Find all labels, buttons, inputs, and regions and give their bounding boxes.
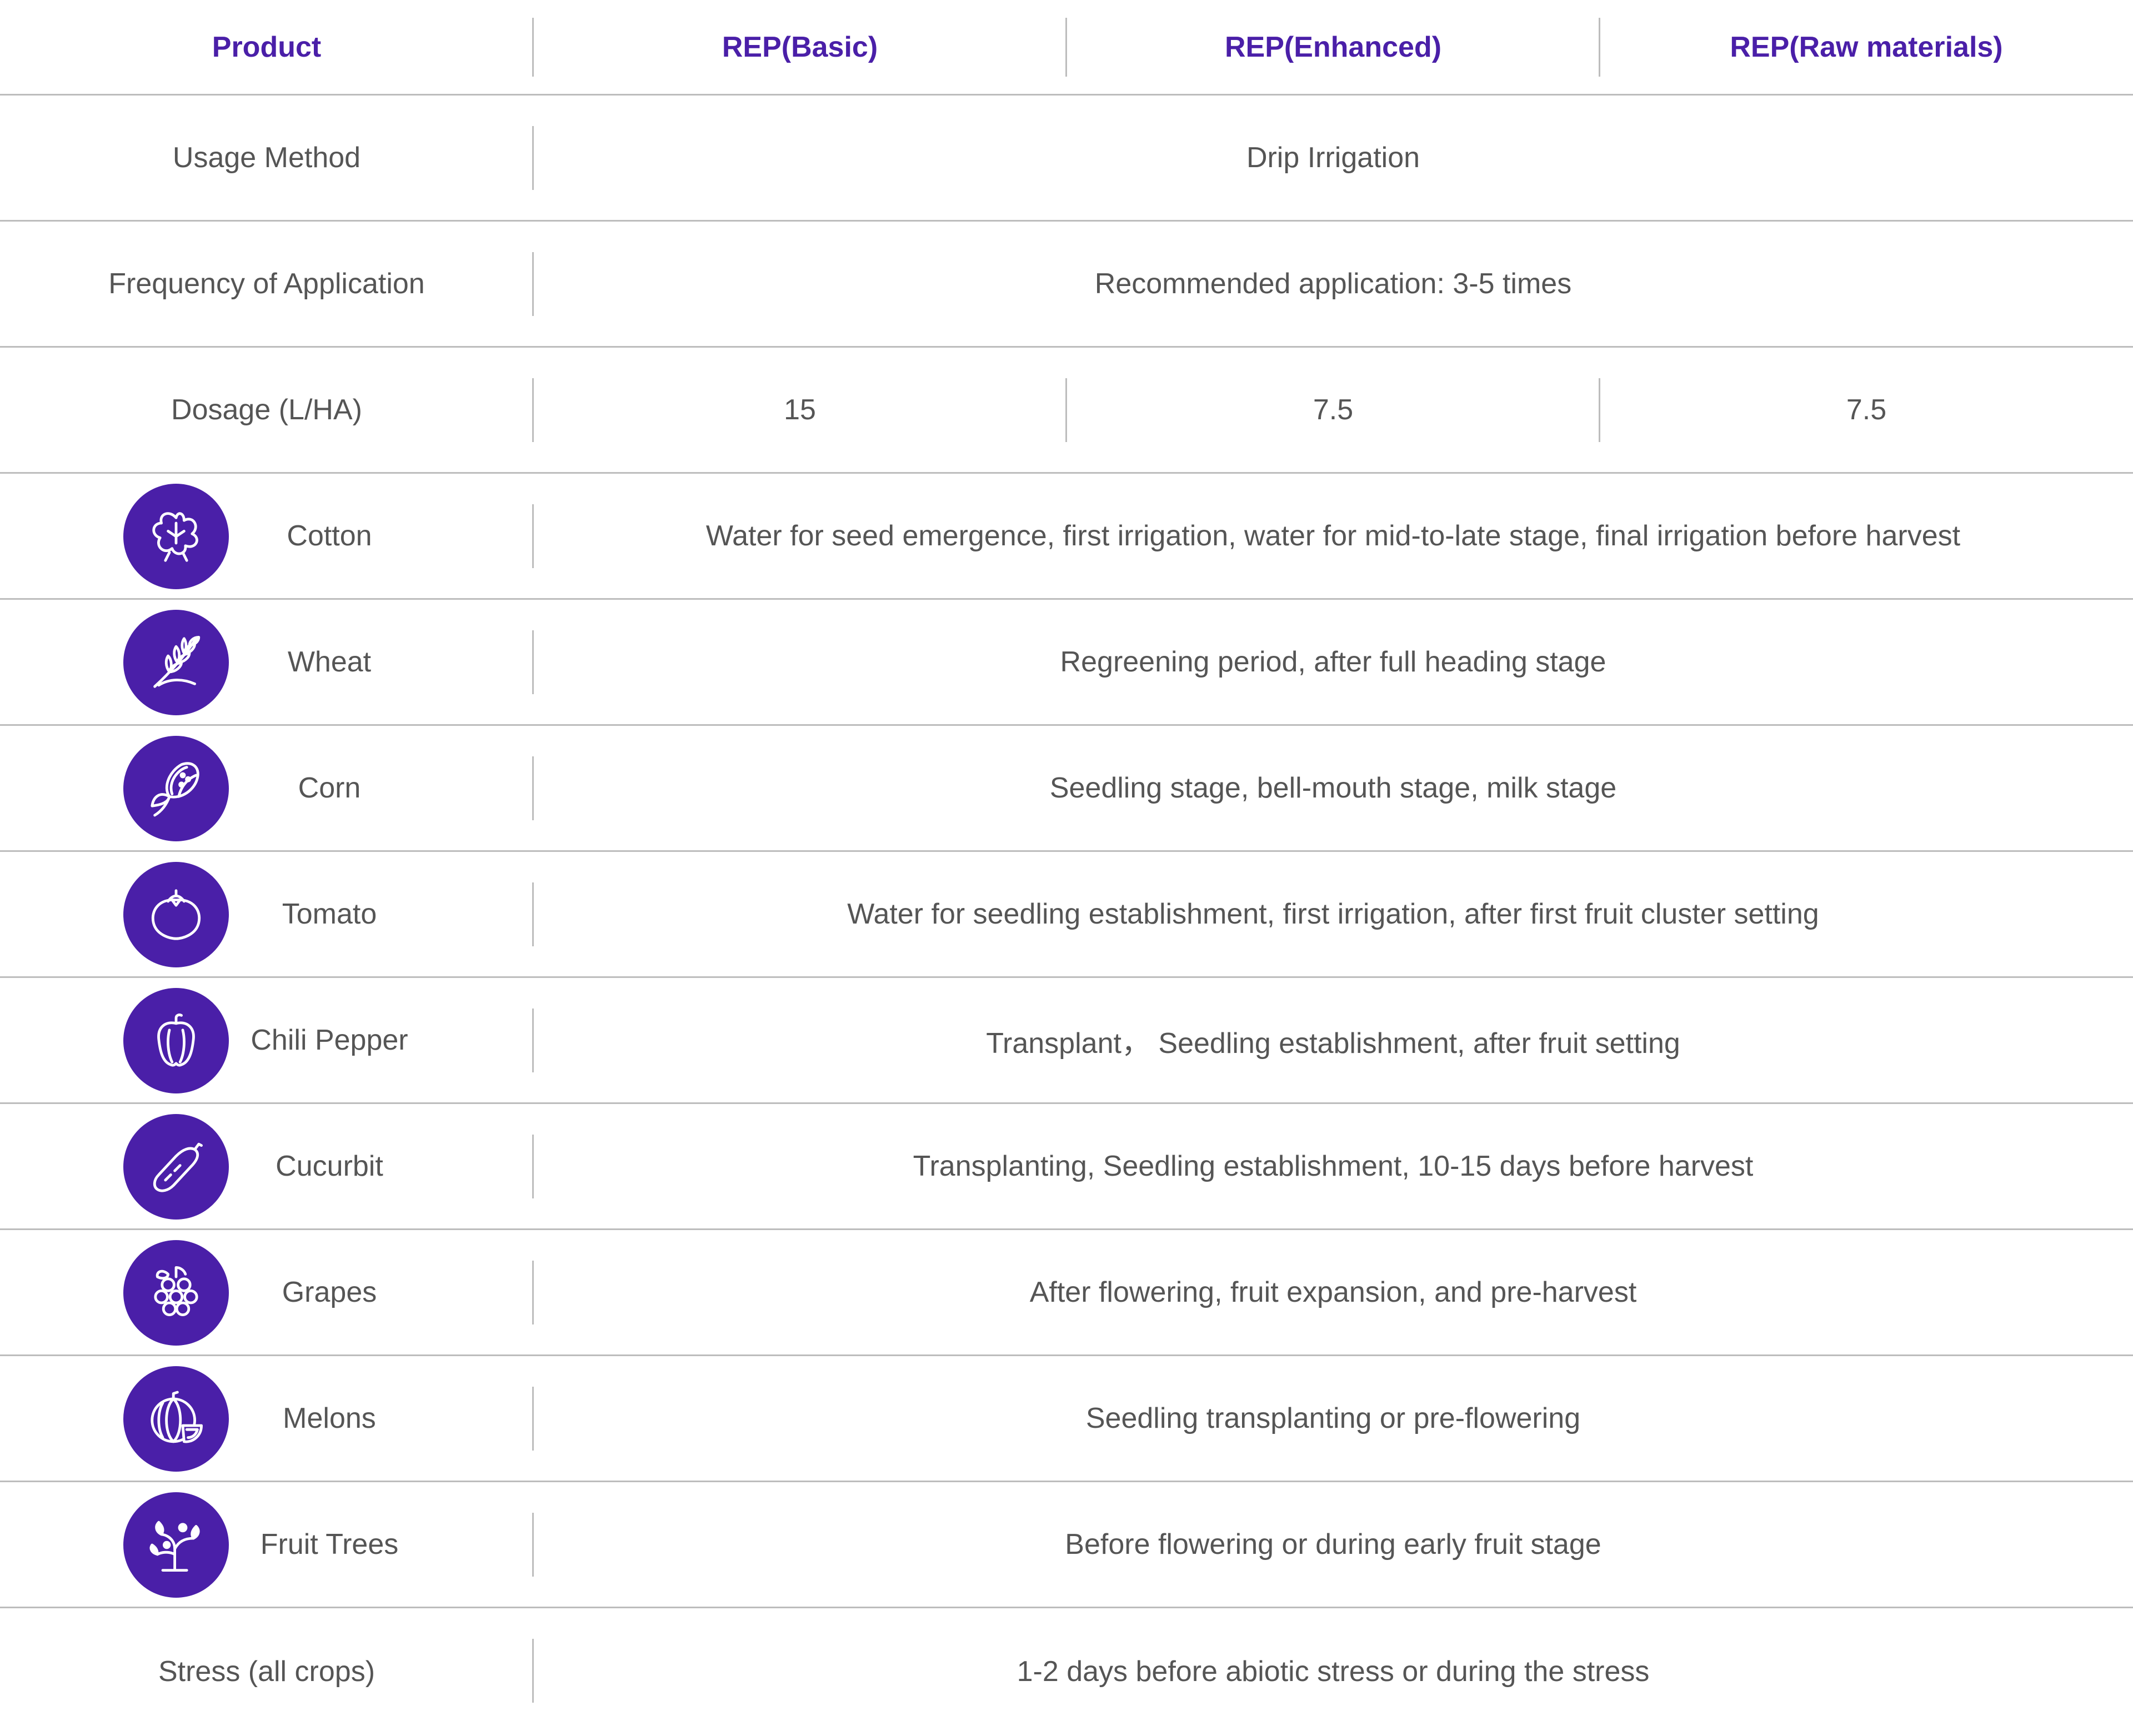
row-value: Recommended application: 3-5 times	[1094, 268, 1572, 300]
table-row-crop: Chili Pepper Transplant， Seedling establ…	[0, 978, 2133, 1104]
usage-table: Product REP(Basic) REP(Enhanced) REP(Raw…	[0, 0, 2133, 1734]
row-value: Drip Irrigation	[1246, 142, 1420, 174]
dosage-raw-materials: 7.5	[1846, 394, 1887, 426]
crop-cell: Chili Pepper	[0, 978, 533, 1102]
table-row-crop: Cotton Water for seed emergence, first i…	[0, 474, 2133, 600]
table-header-row: Product REP(Basic) REP(Enhanced) REP(Raw…	[0, 0, 2133, 96]
crop-name: Grapes	[282, 1276, 377, 1308]
crop-name: Cucurbit	[276, 1150, 383, 1182]
row-value: 1-2 days before abiotic stress or during…	[1017, 1655, 1650, 1688]
header-rep-enhanced: REP(Enhanced)	[1224, 31, 1442, 63]
cotton-icon	[123, 484, 229, 589]
crop-cell: Wheat	[0, 600, 533, 724]
crop-timing: Water for seed emergence, first irrigati…	[705, 520, 1961, 552]
row-label: Stress (all crops)	[158, 1655, 375, 1688]
crop-name: Chili Pepper	[251, 1024, 408, 1056]
table-row-crop: Fruit Trees Before flowering or during e…	[0, 1482, 2133, 1608]
crop-cell: Fruit Trees	[0, 1482, 533, 1607]
table-row-crop: Corn Seedling stage, bell-mouth stage, m…	[0, 726, 2133, 852]
crop-cell: Cucurbit	[0, 1104, 533, 1228]
melon-icon	[123, 1366, 229, 1472]
crop-name: Fruit Trees	[260, 1528, 399, 1561]
crop-timing: Transplant， Seedling establishment, afte…	[986, 1027, 1680, 1060]
header-rep-raw-materials: REP(Raw materials)	[1730, 31, 2003, 63]
table-row-dosage: Dosage (L/HA) 15 7.5 7.5	[0, 348, 2133, 474]
dosage-basic: 15	[784, 394, 816, 426]
crop-timing: Transplanting, Seedling establishment, 1…	[913, 1150, 1754, 1182]
header-product: Product	[212, 31, 322, 63]
row-label: Usage Method	[172, 142, 361, 174]
crop-timing: After flowering, fruit expansion, and pr…	[1029, 1276, 1637, 1308]
grapes-icon	[123, 1240, 229, 1346]
table-row-crop: Tomato Water for seedling establishment,…	[0, 852, 2133, 978]
wheat-icon	[123, 610, 229, 715]
crop-cell: Corn	[0, 726, 533, 850]
crop-timing: Regreening period, after full heading st…	[1060, 646, 1606, 678]
row-label: Frequency of Application	[108, 268, 425, 300]
crop-name: Corn	[298, 772, 361, 804]
table-row-crop: Cucurbit Transplanting, Seedling establi…	[0, 1104, 2133, 1230]
crop-cell: Tomato	[0, 852, 533, 976]
cucumber-icon	[123, 1114, 229, 1220]
tomato-icon	[123, 862, 229, 967]
crop-name: Cotton	[287, 520, 372, 552]
header-rep-basic: REP(Basic)	[722, 31, 878, 63]
corn-icon	[123, 736, 229, 841]
crop-cell: Cotton	[0, 474, 533, 598]
table-row-stress: Stress (all crops) 1-2 days before abiot…	[0, 1608, 2133, 1734]
crop-name: Tomato	[282, 898, 377, 930]
crop-timing: Seedling transplanting or pre-flowering	[1085, 1402, 1581, 1434]
table-row-frequency: Frequency of Application Recommended app…	[0, 222, 2133, 348]
crop-name: Melons	[283, 1402, 376, 1434]
pepper-icon	[123, 988, 229, 1093]
crop-cell: Melons	[0, 1356, 533, 1481]
crop-timing: Seedling stage, bell-mouth stage, milk s…	[1049, 772, 1617, 804]
tree-icon	[123, 1492, 229, 1598]
table-row-crop: Grapes After flowering, fruit expansion,…	[0, 1230, 2133, 1356]
table-row-crop: Wheat Regreening period, after full head…	[0, 600, 2133, 726]
table-row-crop: Melons Seedling transplanting or pre-flo…	[0, 1356, 2133, 1482]
row-label: Dosage (L/HA)	[171, 394, 362, 426]
crop-name: Wheat	[287, 646, 372, 678]
dosage-enhanced: 7.5	[1313, 394, 1354, 426]
crop-timing: Before flowering or during early fruit s…	[1065, 1528, 1601, 1561]
crop-timing: Water for seedling establishment, first …	[847, 898, 1819, 930]
table-row-usage-method: Usage Method Drip Irrigation	[0, 96, 2133, 222]
crop-cell: Grapes	[0, 1230, 533, 1354]
